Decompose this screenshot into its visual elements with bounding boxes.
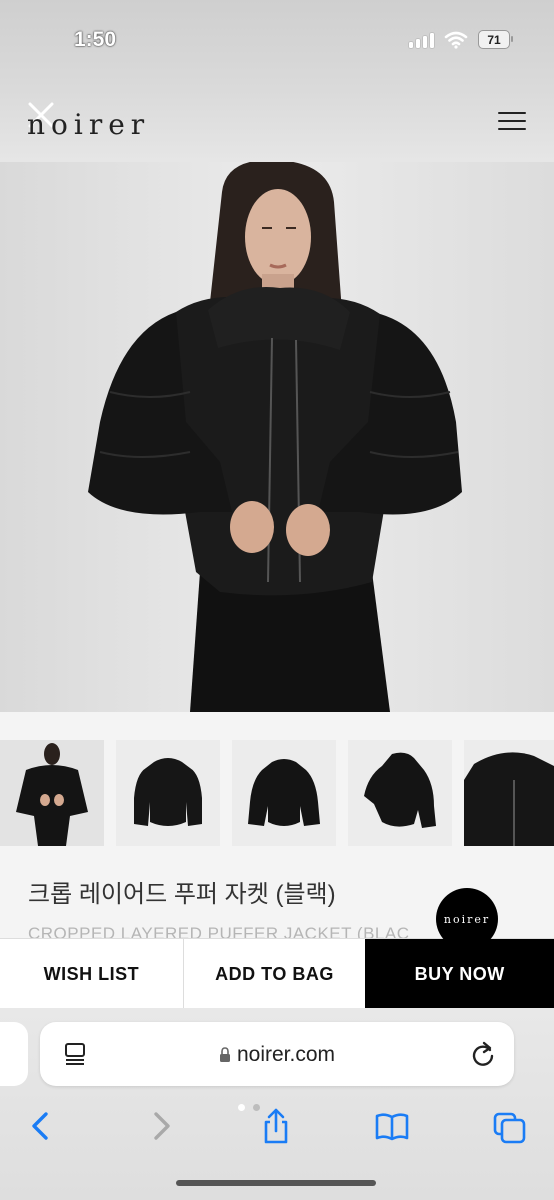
status-time: 1:50: [74, 28, 117, 51]
thumbnail-jacket-detail-image: [464, 740, 554, 846]
battery-icon: 71: [478, 30, 513, 49]
browser-chrome: noirer.com: [0, 1008, 554, 1200]
bookmarks-icon[interactable]: [374, 1106, 410, 1146]
address-bar[interactable]: noirer.com: [40, 1022, 514, 1086]
page-indicator: [238, 1104, 260, 1111]
add-to-bag-button[interactable]: ADD TO BAG: [184, 939, 366, 1009]
noirer-floating-badge[interactable]: noirer: [436, 888, 498, 950]
lock-icon: [219, 1047, 230, 1062]
thumbnail-model-image: [0, 740, 104, 846]
product-title-korean: 크롭 레이어드 푸퍼 자켓 (블랙): [28, 881, 336, 908]
thumbnail-item[interactable]: [464, 740, 554, 846]
model-wearing-jacket-image: [0, 162, 554, 712]
home-indicator[interactable]: [176, 1180, 376, 1186]
share-icon[interactable]: [258, 1106, 294, 1146]
url-display[interactable]: noirer.com: [40, 1043, 514, 1067]
thumbnail-jacket-image: [116, 740, 220, 846]
thumbnail-item[interactable]: [0, 740, 104, 846]
wish-list-button[interactable]: WISH LIST: [0, 939, 184, 1009]
tabs-icon[interactable]: [492, 1106, 528, 1146]
reload-icon[interactable]: [470, 1040, 496, 1068]
product-hero-image[interactable]: [0, 162, 554, 712]
signal-icon: [409, 32, 434, 48]
badge-label: noirer: [443, 912, 491, 926]
thumbnail-strip: [0, 740, 554, 846]
forward-icon[interactable]: [142, 1106, 178, 1146]
thumbnail-jacket-image: [232, 740, 336, 846]
site-header: noirer: [0, 90, 554, 162]
buy-now-button[interactable]: BUY NOW: [365, 939, 554, 1009]
status-bar: 1:50 71: [0, 0, 554, 90]
thumbnail-jacket-image: [348, 740, 452, 846]
thumbnail-item[interactable]: [116, 740, 220, 846]
previous-tab-preview[interactable]: [0, 1022, 28, 1086]
battery-level: 71: [487, 32, 501, 47]
thumbnail-item[interactable]: [232, 740, 336, 846]
url-text: noirer.com: [236, 1043, 336, 1066]
back-icon[interactable]: [24, 1106, 60, 1146]
site-logo[interactable]: noirer: [27, 108, 150, 141]
status-icons: 71: [409, 30, 513, 49]
thumbnail-item[interactable]: [348, 740, 452, 846]
wifi-icon: [444, 31, 468, 49]
hamburger-menu-icon[interactable]: [498, 112, 526, 132]
